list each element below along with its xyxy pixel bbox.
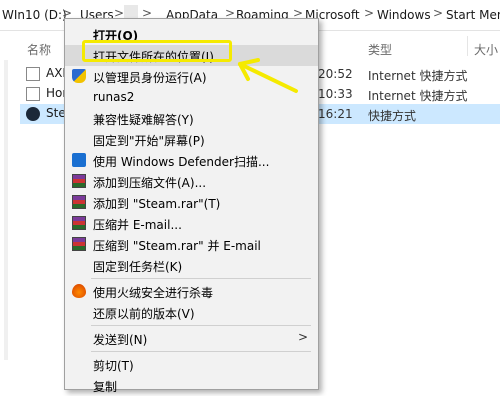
annotation-arrow-icon — [238, 58, 298, 93]
